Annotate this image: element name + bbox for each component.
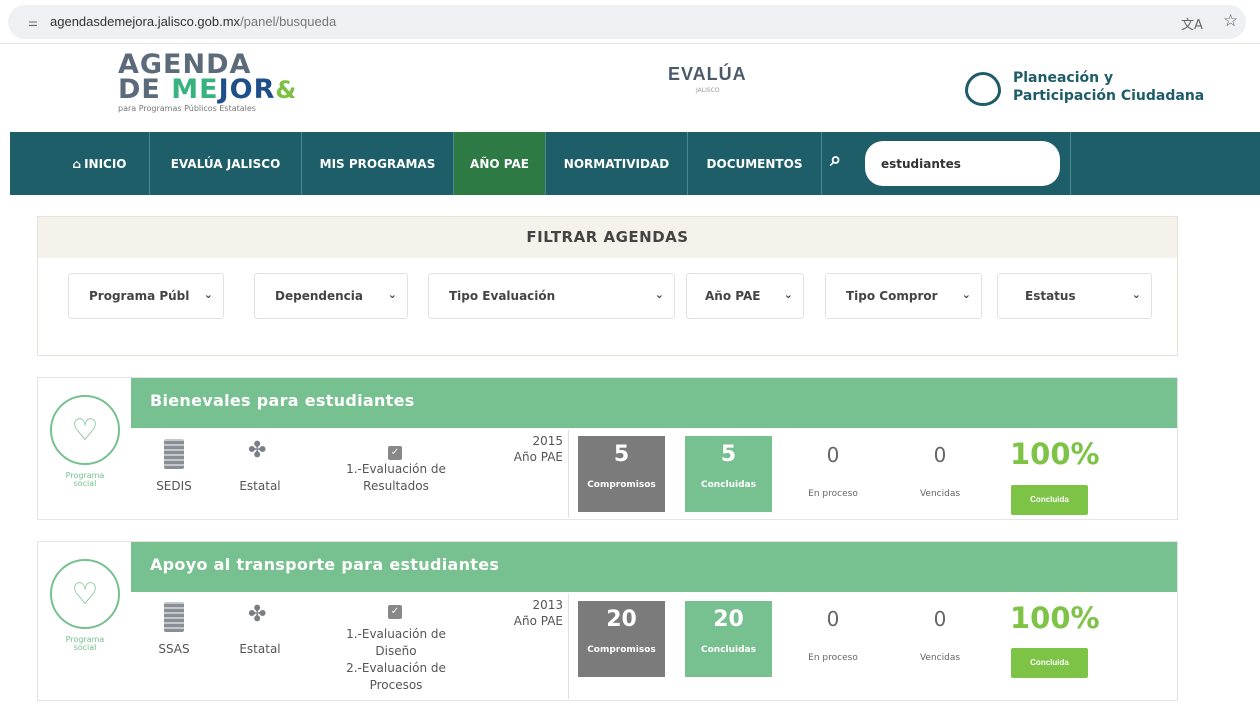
compromisos-box: 20 Compromisos xyxy=(578,601,665,677)
badge-label: Programa social xyxy=(65,635,105,652)
logo-subtitle: para Programas Públicos Estatales xyxy=(118,104,256,113)
program-title[interactable]: Apoyo al transporte para estudiantes xyxy=(150,555,499,574)
nav-evalua-jalisco[interactable]: EVALÚA JALISCO xyxy=(150,132,302,195)
planeacion-logo[interactable]: Planeación y Participación Ciudadana xyxy=(1013,69,1204,105)
building-icon xyxy=(164,439,184,469)
nav-divider xyxy=(1070,132,1071,195)
en-proceso-stat: 0 En proceso xyxy=(808,607,858,663)
heart-handshake-icon: ♡ xyxy=(71,412,99,448)
completion-percent: 100% xyxy=(1010,601,1100,635)
nav-inicio[interactable]: ⌂ INICIO xyxy=(50,132,150,195)
search-input[interactable] xyxy=(865,141,1060,186)
url-text[interactable]: agendasdemejora.jalisco.gob.mx/panel/bus… xyxy=(50,14,336,29)
ambito-label: Estatal xyxy=(239,642,281,656)
nav-documentos[interactable]: DOCUMENTOS xyxy=(688,132,822,195)
checkbox-icon: ✓ xyxy=(388,605,402,619)
speech-bubble-icon xyxy=(965,72,1001,106)
chevron-down-icon: ⌄ xyxy=(783,288,793,301)
planeacion-line1: Planeación y xyxy=(1013,70,1114,86)
search-icon[interactable]: ⌕ xyxy=(830,147,841,171)
ambito-label: Estatal xyxy=(239,479,281,493)
star-icon[interactable]: ☆ xyxy=(1223,11,1238,31)
program-title[interactable]: Bienevales para estudiantes xyxy=(150,391,415,410)
concluidas-box: 20 Concluidas xyxy=(685,601,772,677)
jalisco-map-icon: ✤ xyxy=(248,438,267,463)
program-card[interactable]: Bienevales para estudiantes ♡ Programa so… xyxy=(37,377,1178,520)
dependencia-label: SSAS xyxy=(158,642,190,656)
main-nav: ⌂ INICIO EVALÚA JALISCO MIS PROGRAMAS AÑO… xyxy=(10,132,1260,195)
vencidas-stat: 0 Vencidas xyxy=(919,607,961,663)
building-icon xyxy=(164,602,184,632)
nav-normatividad[interactable]: NORMATIVIDAD xyxy=(546,132,688,195)
planeacion-line2: Participación Ciudadana xyxy=(1013,88,1205,104)
status-button[interactable]: Concluida xyxy=(1011,485,1088,515)
site-header: AGENDA DE MEJOR& para Programas Públicos… xyxy=(10,44,1260,132)
home-icon: ⌂ xyxy=(72,156,82,171)
dependencia-select[interactable]: Dependencia ⌄ xyxy=(254,273,408,319)
en-proceso-stat: 0 En proceso xyxy=(808,443,858,499)
concluidas-box: 5 Concluidas xyxy=(685,436,772,512)
estatus-select[interactable]: Estatus ⌄ xyxy=(997,273,1152,319)
chevron-down-icon: ⌄ xyxy=(1131,288,1141,301)
filter-panel: FILTRAR AGENDAS Programa Públ ⌄ Dependenc… xyxy=(37,216,1178,356)
programa-social-badge: ♡ xyxy=(50,559,120,629)
chevron-down-icon: ⌄ xyxy=(961,288,971,301)
checkbox-icon: ✓ xyxy=(388,446,402,460)
dependencia-label: SEDIS xyxy=(156,479,192,493)
agenda-de-mejora-logo[interactable]: AGENDA DE MEJOR& para Programas Públicos… xyxy=(118,51,298,113)
badge-label: Programa social xyxy=(65,471,105,488)
ano-pae-select[interactable]: Año PAE ⌄ xyxy=(686,273,804,319)
filter-title: FILTRAR AGENDAS xyxy=(38,217,1177,258)
evaluation-list: 1.-Evaluación de Resultados xyxy=(346,462,446,493)
card-divider xyxy=(568,430,569,518)
tipo-compromiso-select[interactable]: Tipo Compror ⌄ xyxy=(825,273,982,319)
site-info-icon[interactable]: ⚌ xyxy=(28,16,38,29)
programa-select[interactable]: Programa Públ ⌄ xyxy=(68,273,224,319)
heart-handshake-icon: ♡ xyxy=(71,576,99,612)
browser-toolbar: ⚌ agendasdemejora.jalisco.gob.mx/panel/b… xyxy=(0,0,1260,44)
card-divider xyxy=(568,594,569,699)
tipo-evaluacion-select[interactable]: Tipo Evaluación ⌄ xyxy=(428,273,675,319)
url-host: agendasdemejora.jalisco.gob.mx xyxy=(50,14,241,29)
logo-line-de-mejora: DE MEJOR& xyxy=(118,74,298,105)
vencidas-stat: 0 Vencidas xyxy=(919,443,961,499)
pae-year: 2015 Año PAE xyxy=(513,434,563,464)
nav-ano-pae[interactable]: AÑO PAE xyxy=(454,132,546,195)
evaluation-list: 1.-Evaluación de Diseño 2.-Evaluación de… xyxy=(346,627,446,692)
completion-percent: 100% xyxy=(1010,437,1100,471)
evalua-logo[interactable]: EVALÚA xyxy=(668,64,747,85)
programa-social-badge: ♡ xyxy=(50,395,120,465)
jalisco-map-icon: ✤ xyxy=(248,602,267,627)
chevron-down-icon: ⌄ xyxy=(387,288,397,301)
chevron-down-icon: ⌄ xyxy=(203,288,213,301)
status-button[interactable]: Concluida xyxy=(1011,648,1088,678)
address-bar[interactable]: ⚌ agendasdemejora.jalisco.gob.mx/panel/b… xyxy=(8,5,1246,39)
pae-year: 2013 Año PAE xyxy=(513,598,563,628)
url-path: /panel/busqueda xyxy=(240,14,337,29)
nav-mis-programas[interactable]: MIS PROGRAMAS xyxy=(302,132,454,195)
chevron-down-icon: ⌄ xyxy=(654,288,664,301)
translate-icon[interactable]: 文A xyxy=(1181,14,1203,33)
evalua-logo-sub: JALISCO xyxy=(696,87,720,94)
compromisos-box: 5 Compromisos xyxy=(578,436,665,512)
program-card[interactable]: Apoyo al transporte para estudiantes ♡ P… xyxy=(37,541,1178,701)
